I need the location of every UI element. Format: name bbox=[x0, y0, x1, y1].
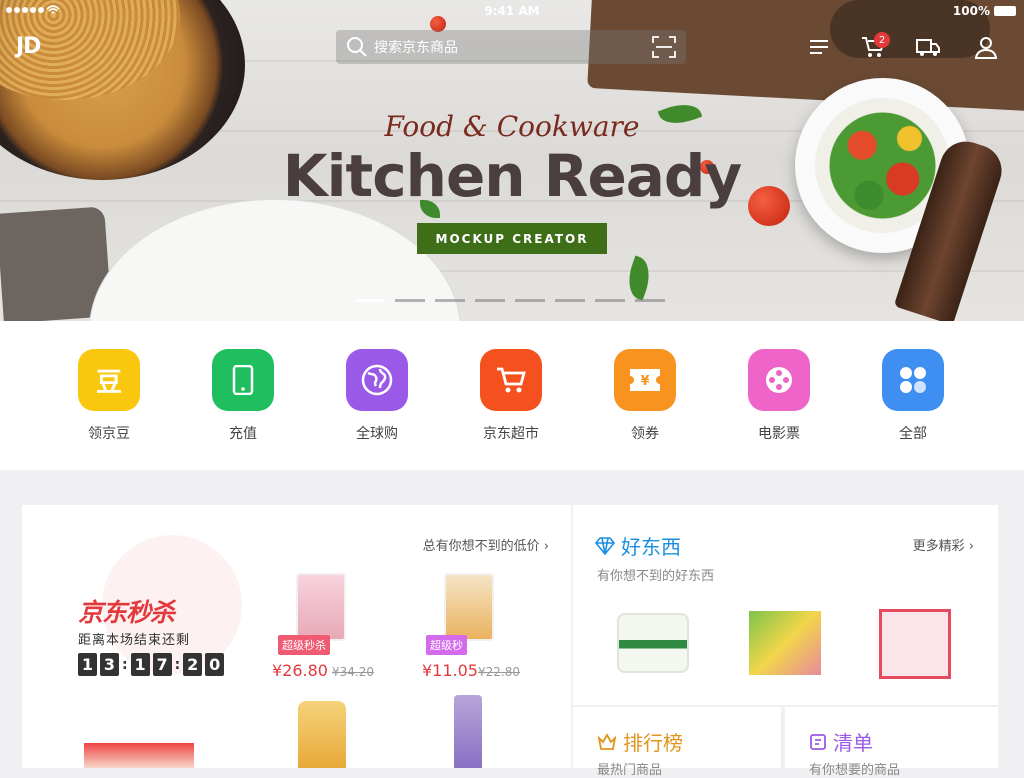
banner-title: Kitchen Ready bbox=[282, 142, 743, 210]
carousel-dot[interactable] bbox=[555, 299, 585, 302]
carousel-dots[interactable] bbox=[355, 299, 665, 302]
ranking-title: 排行榜 bbox=[597, 727, 683, 756]
countdown-digit: 7 bbox=[152, 653, 172, 676]
category-label: 全球购 bbox=[356, 426, 398, 442]
category-coupon[interactable]: ¥ 领券 bbox=[595, 349, 695, 443]
banner-subtitle: Food & Cookware bbox=[384, 110, 640, 143]
category-movie[interactable]: 电影票 bbox=[729, 349, 829, 443]
product-tag: 超级秒杀 bbox=[278, 635, 330, 655]
category-global[interactable]: 全球购 bbox=[327, 349, 427, 443]
category-supermarket[interactable]: 京东超市 bbox=[461, 349, 561, 443]
status-bar: 9:41 AM 100% bbox=[0, 0, 1024, 22]
ranking-subtitle: 最热门商品 bbox=[597, 763, 663, 778]
ranking-title-text: 排行榜 bbox=[623, 731, 683, 755]
good-stuff-title[interactable]: 好东西 bbox=[595, 531, 681, 560]
good-stuff-title-text: 好东西 bbox=[621, 535, 681, 559]
countdown-digit: 0 bbox=[205, 653, 225, 676]
search-input[interactable]: 搜索京东商品 bbox=[336, 30, 686, 64]
user-icon[interactable] bbox=[973, 34, 999, 60]
countdown-digit: 1 bbox=[130, 653, 150, 676]
good-stuff-subtitle: 有你想不到的好东西 bbox=[597, 569, 715, 584]
battery: 100% bbox=[953, 4, 1016, 18]
countdown-digit: 3 bbox=[100, 653, 119, 676]
good-stuff-panel: 好东西 更多精彩 › 有你想不到的好东西 bbox=[573, 505, 998, 705]
list-title: 清单 bbox=[809, 727, 873, 756]
product-price: ¥11.05 bbox=[422, 661, 478, 680]
list-panel[interactable]: 清单 有你想要的商品 bbox=[785, 707, 998, 778]
countdown-digit: 2 bbox=[183, 653, 203, 676]
delivery-icon[interactable] bbox=[915, 34, 941, 60]
seckill-subtitle: 距离本场结束还剩 bbox=[78, 633, 191, 648]
countdown-digit: 1 bbox=[78, 653, 97, 676]
jd-logo[interactable]: JD bbox=[16, 34, 41, 59]
carousel-dot[interactable] bbox=[475, 299, 505, 302]
carousel-dot[interactable] bbox=[515, 299, 545, 302]
status-time: 9:41 AM bbox=[484, 4, 540, 18]
product-image bbox=[444, 573, 494, 641]
category-all[interactable]: 全部 bbox=[863, 349, 963, 443]
product-image[interactable] bbox=[454, 695, 482, 768]
search-icon bbox=[347, 37, 367, 57]
product-image[interactable] bbox=[749, 611, 821, 675]
carousel-dot[interactable] bbox=[595, 299, 625, 302]
top-bar: JD 搜索京东商品 2 bbox=[0, 30, 1024, 66]
category-jingdou[interactable]: 豆 领京豆 bbox=[59, 349, 159, 443]
battery-percent: 100% bbox=[952, 4, 990, 18]
globe-icon bbox=[346, 349, 408, 411]
seckill-logo[interactable]: 京东秒杀 bbox=[78, 593, 175, 629]
crown-icon bbox=[597, 732, 617, 750]
svg-text:¥: ¥ bbox=[640, 374, 649, 389]
carousel-dot[interactable] bbox=[395, 299, 425, 302]
product-image[interactable] bbox=[84, 743, 194, 768]
bean-icon: 豆 bbox=[78, 349, 140, 411]
search-placeholder: 搜索京东商品 bbox=[374, 40, 458, 56]
category-label: 领京豆 bbox=[88, 426, 130, 442]
basil-leaf-image bbox=[621, 255, 657, 301]
ranking-panel[interactable]: 排行榜 最热门商品 bbox=[573, 707, 781, 778]
scan-icon[interactable] bbox=[652, 36, 676, 58]
category-label: 充值 bbox=[229, 426, 257, 442]
menu-icon[interactable] bbox=[806, 34, 832, 60]
product-card[interactable]: 超级秒 ¥11.05 ¥22.80 bbox=[422, 569, 542, 689]
banner-button[interactable]: MOCKUP CREATOR bbox=[417, 223, 607, 254]
plate-image bbox=[90, 200, 460, 321]
product-image[interactable] bbox=[298, 701, 346, 768]
category-label: 领券 bbox=[631, 426, 659, 442]
category-label: 电影票 bbox=[758, 426, 800, 442]
product-image[interactable] bbox=[879, 609, 951, 679]
carousel-dot[interactable] bbox=[435, 299, 465, 302]
grid-icon bbox=[882, 349, 944, 411]
product-card[interactable]: 超级秒杀 ¥26.80 ¥34.20 bbox=[272, 569, 392, 689]
list-subtitle: 有你想要的商品 bbox=[809, 763, 901, 778]
seckill-more-link[interactable]: 总有你想不到的低价 › bbox=[423, 535, 549, 554]
film-icon bbox=[748, 349, 810, 411]
seckill-panel: 京东秒杀 距离本场结束还剩 1 3 : 1 7 : 2 0 总有你想不到的低价 … bbox=[22, 505, 571, 768]
category-grid: 豆 领京豆 充值 全球购 京东超市 ¥ 领券 电影票 全部 bbox=[0, 321, 1024, 470]
battery-icon bbox=[994, 6, 1016, 16]
phone-icon bbox=[212, 349, 274, 411]
product-old-price: ¥22.80 bbox=[478, 665, 520, 679]
more-link[interactable]: 更多精彩 › bbox=[913, 535, 974, 554]
category-recharge[interactable]: 充值 bbox=[193, 349, 293, 443]
list-title-text: 清单 bbox=[833, 731, 873, 755]
cart-badge: 2 bbox=[874, 32, 890, 48]
carousel-dot[interactable] bbox=[635, 299, 665, 302]
product-tag: 超级秒 bbox=[426, 635, 467, 655]
countdown-timer: 1 3 : 1 7 : 2 0 bbox=[78, 653, 225, 676]
category-label: 京东超市 bbox=[483, 426, 539, 442]
coupon-icon: ¥ bbox=[614, 349, 676, 411]
list-icon bbox=[810, 733, 826, 750]
product-image[interactable] bbox=[617, 613, 689, 673]
carousel-dot[interactable] bbox=[355, 299, 385, 302]
product-old-price: ¥34.20 bbox=[332, 665, 374, 679]
category-label: 全部 bbox=[899, 426, 927, 442]
diamond-icon bbox=[595, 536, 615, 555]
product-image bbox=[296, 573, 346, 641]
cart-icon bbox=[480, 349, 542, 411]
product-price: ¥26.80 bbox=[272, 661, 328, 680]
